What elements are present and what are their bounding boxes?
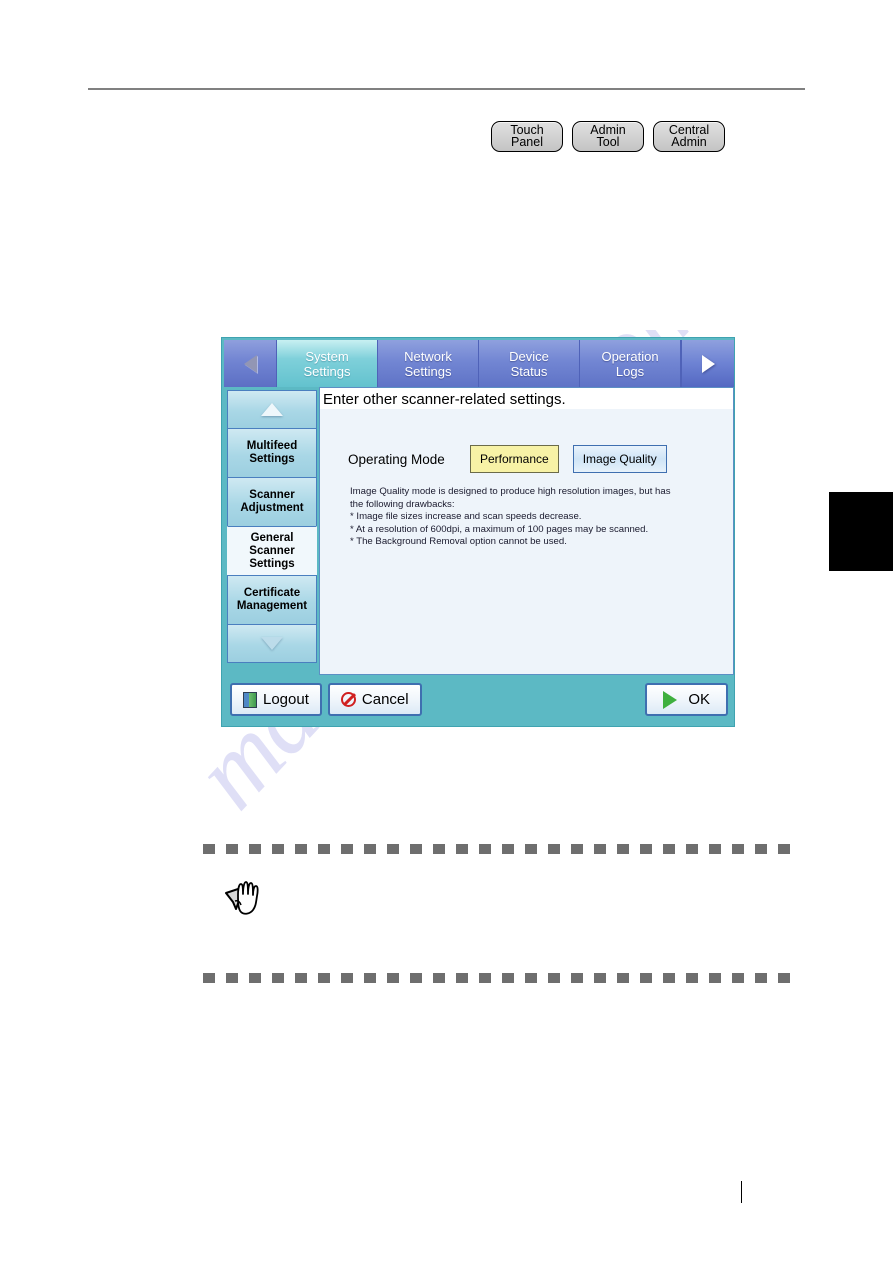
description-line-4: * At a resolution of 600dpi, a maximum o… (350, 523, 649, 535)
tab-network-settings-line2: Settings (404, 363, 452, 379)
green-play-triangle-icon (663, 690, 678, 709)
central-admin-line2: Admin (671, 135, 707, 149)
content-area: Enter other scanner-related settings. Op… (319, 387, 734, 675)
ok-button[interactable]: OK (645, 683, 728, 716)
sidebar-item-certificate-management[interactable]: Certificate Management (227, 575, 317, 625)
operating-mode-label: Operating Mode (348, 451, 445, 467)
sidebar-item-certificate-management-line1: Certificate (243, 587, 301, 599)
description-line-1: Image Quality mode is designed to produc… (350, 486, 671, 497)
tab-operation-logs-line1: Operation (601, 348, 659, 364)
tab-next-button[interactable] (681, 340, 734, 387)
triangle-down-icon (261, 637, 283, 650)
tab-system-settings[interactable]: System Settings (277, 340, 378, 387)
tab-prev-button[interactable] (224, 340, 277, 387)
footer-tick-mark (741, 1181, 742, 1203)
pointing-hand-icon (222, 875, 274, 927)
panel-footer: Logout Cancel OK (224, 675, 734, 724)
sidebar: Multifeed Settings Scanner Adjustment Ge… (224, 387, 319, 675)
triangle-up-icon (261, 403, 283, 416)
page-edge-tab-marker (829, 492, 893, 571)
sidebar-item-general-scanner-settings-line3: Settings (249, 557, 295, 570)
description-line-2: the following drawbacks: (350, 498, 455, 510)
tab-network-settings[interactable]: Network Settings (378, 340, 479, 387)
note-divider-bottom (203, 973, 792, 983)
prohibition-icon (340, 692, 356, 707)
triangle-right-icon (701, 354, 715, 373)
tab-system-settings-line2: Settings (303, 363, 351, 379)
operating-mode-description: Image Quality mode is designed to produc… (350, 486, 720, 549)
touch-panel-line2: Panel (511, 135, 543, 149)
tab-device-status[interactable]: Device Status (479, 340, 580, 387)
sidebar-item-multifeed-settings-line1: Multifeed (246, 440, 298, 452)
sidebar-item-scanner-adjustment[interactable]: Scanner Adjustment (227, 477, 317, 527)
header-rule (88, 88, 805, 90)
sidebar-item-scanner-adjustment-line1: Scanner (249, 489, 295, 501)
ok-button-label: OK (688, 691, 710, 708)
door-exit-icon (243, 691, 257, 708)
triangle-left-icon (243, 354, 257, 373)
logout-button-label: Logout (263, 691, 309, 708)
scanner-touch-panel: System Settings Network Settings Device … (221, 337, 735, 727)
note-divider-top (203, 844, 792, 854)
operating-mode-performance-button[interactable]: Performance (470, 445, 559, 473)
tab-device-status-line2: Status (510, 363, 548, 379)
operating-mode-row: Operating Mode Performance Image Quality (348, 445, 733, 473)
sidebar-item-scanner-adjustment-line2: Adjustment (240, 502, 304, 514)
sidebar-scroll-down-button[interactable] (227, 624, 317, 663)
sidebar-item-general-scanner-settings[interactable]: General Scanner Settings (227, 526, 317, 576)
tab-device-status-line1: Device (509, 348, 549, 364)
applies-to-buttons: Touch Panel Admin Tool Central Admin (491, 121, 725, 152)
tab-operation-logs-line2: Logs (615, 363, 645, 379)
cancel-button-label: Cancel (361, 691, 409, 708)
sidebar-scroll-up-button[interactable] (227, 390, 317, 429)
operating-mode-image-quality-button[interactable]: Image Quality (572, 445, 667, 473)
logout-button[interactable]: Logout (230, 683, 322, 716)
sidebar-item-multifeed-settings[interactable]: Multifeed Settings (227, 428, 317, 478)
sidebar-item-general-scanner-settings-line1: General (250, 531, 294, 544)
central-admin-button[interactable]: Central Admin (653, 121, 725, 152)
page-title: Enter other scanner-related settings. (320, 388, 733, 409)
sidebar-item-multifeed-settings-line2: Settings (249, 453, 295, 465)
description-line-3: * Image file sizes increase and scan spe… (350, 511, 582, 523)
sidebar-item-general-scanner-settings-line2: Scanner (249, 544, 295, 557)
cancel-button[interactable]: Cancel (327, 683, 422, 716)
tab-network-settings-line1: Network (404, 348, 452, 364)
admin-tool-button[interactable]: Admin Tool (572, 121, 644, 152)
sidebar-item-certificate-management-line2: Management (236, 600, 308, 612)
admin-tool-line2: Tool (596, 135, 620, 149)
description-line-5: * The Background Removal option cannot b… (350, 536, 567, 548)
tab-bar: System Settings Network Settings Device … (224, 340, 734, 387)
tab-operation-logs[interactable]: Operation Logs (580, 340, 681, 387)
touch-panel-button[interactable]: Touch Panel (491, 121, 563, 152)
tab-system-settings-line1: System (305, 348, 349, 364)
panel-body: Multifeed Settings Scanner Adjustment Ge… (224, 387, 734, 675)
